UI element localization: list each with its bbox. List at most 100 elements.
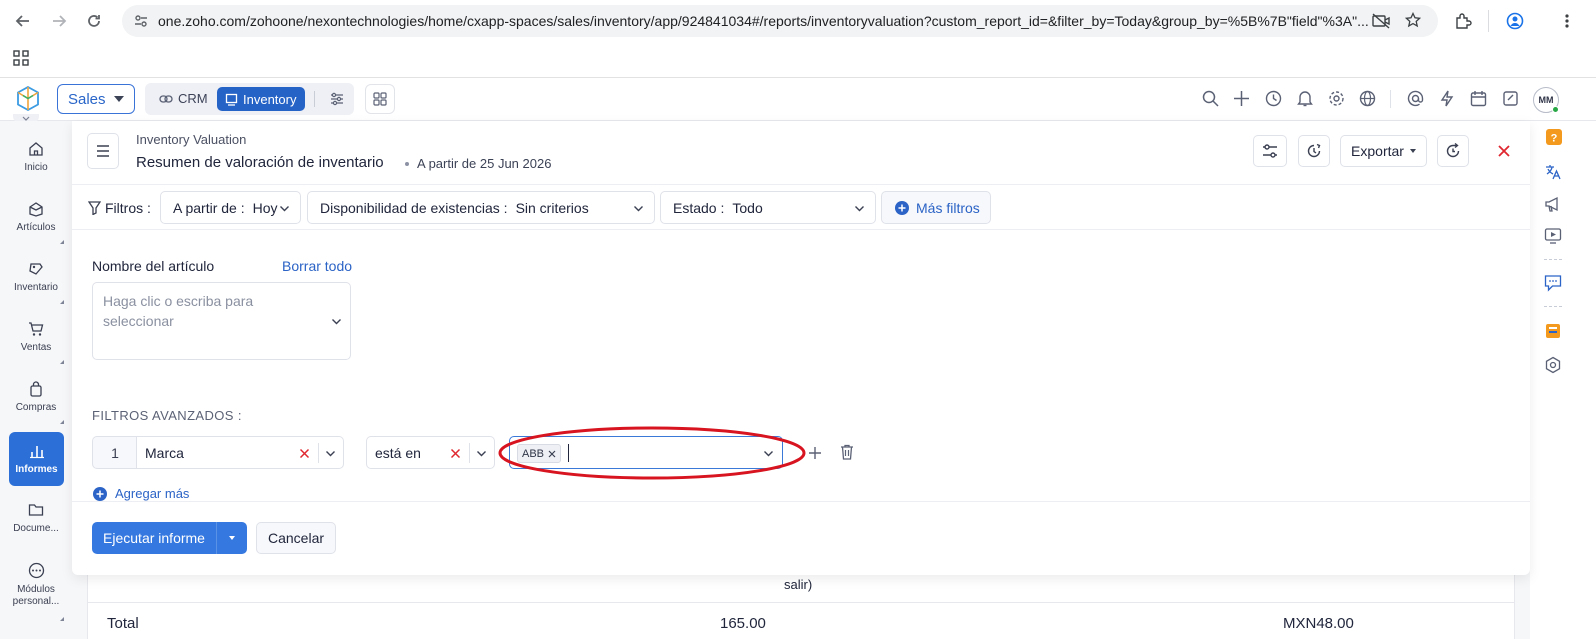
inventory-icon [29,263,43,275]
megaphone-icon[interactable] [1544,195,1562,213]
chevron-down-icon [855,206,864,212]
more-filters-button[interactable]: Más filtros [881,191,991,224]
clear-operator-icon[interactable] [450,448,461,459]
search-icon[interactable] [1202,90,1219,107]
address-bar[interactable]: one.zoho.com/zohoone/nexontechnologies/h… [122,5,1438,37]
video-icon[interactable] [1544,227,1562,245]
schedule-report-button[interactable] [1298,135,1330,167]
star-icon[interactable] [1405,12,1421,28]
sidebar-item-inicio[interactable]: Inicio [0,141,72,174]
app-grid-button[interactable] [365,84,395,114]
apps-grid-icon[interactable] [13,50,29,66]
run-report-options-button[interactable] [216,522,247,554]
plus-icon[interactable] [1233,90,1250,107]
reload-icon[interactable] [82,9,106,33]
caret-down-icon [114,96,124,102]
stock-filter-value: Sin criterios [515,199,589,216]
clear-all-link[interactable]: Borrar todo [282,258,352,274]
add-more-link[interactable]: Agregar más [93,486,189,501]
customize-report-button[interactable] [1253,135,1287,167]
more-filters-label: Más filtros [916,199,980,216]
status-filter-dropdown[interactable]: Estado : Todo [660,191,876,224]
inventory-tab-label: Inventory [243,91,297,107]
brand-value-input[interactable]: ABB [509,436,783,469]
help-icon[interactable]: ? [1546,129,1562,145]
bullet-separator [405,161,409,166]
text-cursor [568,444,569,462]
clear-field-icon[interactable] [299,448,310,459]
gear-icon[interactable] [1328,90,1345,107]
avatar[interactable]: MM [1533,87,1559,113]
refresh-report-button[interactable] [1437,135,1469,167]
forward-icon[interactable] [47,9,71,33]
item-name-select[interactable]: Haga clic o escriba para seleccionar [92,282,351,360]
hamburger-icon [97,145,109,157]
export-label: Exportar [1351,143,1404,159]
stock-availability-filter-dropdown[interactable]: Disponibilidad de existencias : Sin crit… [307,191,655,224]
add-condition-icon[interactable] [808,446,822,460]
sidebar-item-articulos[interactable]: Artículos [0,201,72,234]
trash-icon[interactable] [840,444,854,460]
select-divider [318,443,319,463]
browser-toolbar: one.zoho.com/zohoone/nexontechnologies/h… [0,0,1596,42]
expand-indicator [60,300,64,304]
total-value: MXN48.00 [1283,615,1354,632]
chrome-menu-icon[interactable] [1555,9,1579,33]
sidebar-item-documentos[interactable]: Docume... [0,502,72,535]
items-icon [29,202,43,217]
export-button[interactable]: Exportar [1340,135,1427,167]
site-info-icon[interactable] [134,14,148,28]
sidebar-item-modulos[interactable]: Módulos personal... [0,562,72,608]
sidebar-item-inventario[interactable]: Inventario [0,261,72,294]
customize-icon[interactable] [329,91,345,107]
topbar-divider [1390,90,1391,108]
sidebar-item-informes[interactable]: Informes [9,432,64,486]
chevron-down-icon [477,451,486,457]
extensions-icon[interactable] [1451,9,1475,33]
breadcrumb[interactable]: Inventory Valuation [136,132,246,147]
select-divider [469,443,470,463]
lightning-icon[interactable] [1439,90,1455,107]
add-more-label: Agregar más [115,486,190,501]
close-icon[interactable] [1496,143,1512,159]
stock-filter-label: Disponibilidad de existencias : [320,199,508,216]
inventory-tab[interactable]: Inventory [217,87,305,111]
zoho-one-logo-icon[interactable] [16,86,40,112]
run-report-button[interactable]: Ejecutar informe [92,522,216,554]
sidebar-item-compras[interactable]: Compras [0,381,72,414]
bell-icon[interactable] [1297,90,1313,107]
inventory-tab-icon [225,93,238,106]
sidebar-item-ventas[interactable]: Ventas [0,321,72,354]
crm-tab[interactable]: CRM [159,91,208,106]
toolbar-divider [1488,10,1489,32]
notes-icon[interactable] [1502,90,1519,107]
space-selector-button[interactable]: Sales [57,84,135,114]
as-of-filter-dropdown[interactable]: A partir de : Hoy [160,191,301,224]
calendar-icon[interactable] [1470,90,1487,107]
left-sidebar: Inicio Artículos Inventario Ventas Compr… [0,121,72,639]
chevron-down-icon [280,206,289,212]
cancel-button[interactable]: Cancelar [256,522,336,554]
mention-icon[interactable] [1407,90,1424,107]
translate-icon[interactable] [1544,163,1562,181]
rightbar-divider [1544,306,1562,307]
sidebar-item-label: Ventas [20,342,52,353]
remove-tag-icon[interactable] [548,450,556,458]
menu-button[interactable] [87,133,119,169]
notebook-icon[interactable] [1544,322,1562,340]
back-icon[interactable] [11,9,35,33]
caret-down-icon [229,536,235,540]
integrations-icon[interactable] [1544,356,1562,374]
app-switcher: CRM Inventory [145,83,354,115]
filters-label-text: Filtros : [105,200,151,216]
history-icon[interactable] [1265,90,1282,107]
run-report-button-group: Ejecutar informe [92,522,247,554]
profile-icon[interactable] [1503,9,1527,33]
camera-off-icon[interactable] [1372,13,1390,29]
chat-icon[interactable] [1544,274,1562,292]
total-label: Total [107,615,139,632]
field-select[interactable]: Marca [136,436,344,469]
globe-icon[interactable] [1359,90,1376,107]
operator-select[interactable]: está en [366,436,495,469]
sidebar-item-label: Módulos personal... [12,584,60,607]
